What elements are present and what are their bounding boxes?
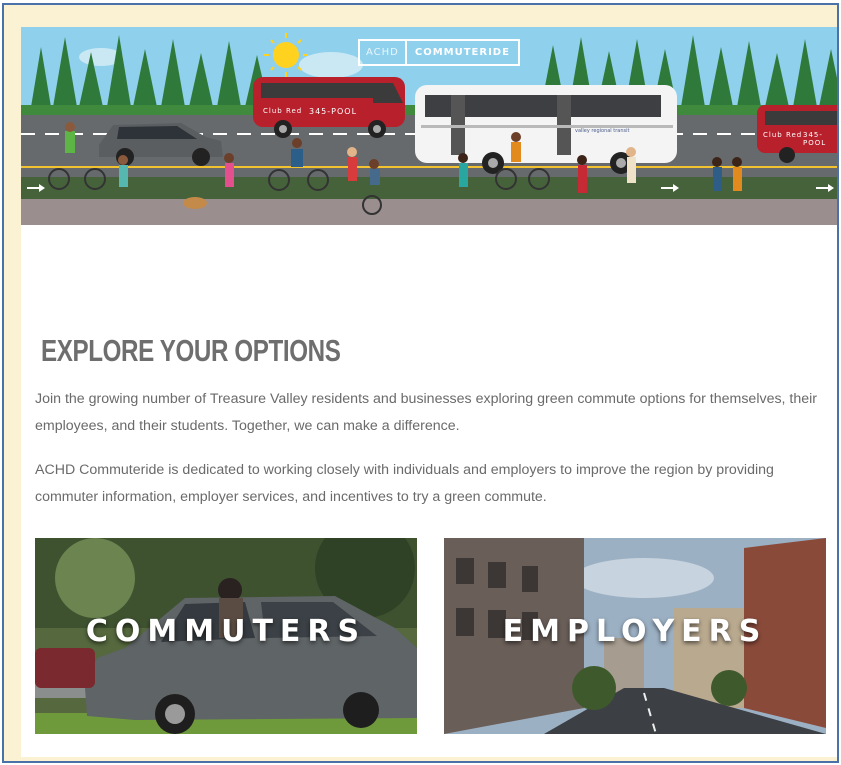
- employers-label: EMPLOYERS: [502, 614, 768, 649]
- logo-commuteride-text: COMMUTERIDE: [404, 41, 518, 64]
- bus-brand-text: valley regional transit: [575, 128, 630, 134]
- logo-achd-text: ACHD: [366, 47, 399, 58]
- intro-paragraph: Join the growing number of Treasure Vall…: [35, 391, 818, 434]
- commuters-tile[interactable]: COMMUTERS: [35, 538, 417, 734]
- content-card: ACHD COMMUTERIDE Club Red 345-POOL valle…: [21, 27, 837, 757]
- van-right-number-text: 345-POOL: [803, 131, 827, 147]
- van-right-brand-text: Club Red: [763, 131, 803, 139]
- commuteride-logo[interactable]: ACHD COMMUTERIDE: [358, 39, 520, 66]
- commuters-label: COMMUTERS: [85, 614, 367, 649]
- page-frame: ACHD COMMUTERIDE Club Red 345-POOL valle…: [2, 3, 839, 763]
- section-heading: EXPLORE YOUR OPTIONS: [41, 333, 341, 368]
- hero-banner: ACHD COMMUTERIDE Club Red 345-POOL valle…: [21, 27, 837, 225]
- description-paragraph: ACHD Commuteride is dedicated to working…: [35, 462, 774, 505]
- white-bus: [415, 85, 677, 174]
- employers-tile[interactable]: EMPLOYERS: [444, 538, 826, 734]
- van-brand-text: Club Red: [263, 107, 303, 115]
- van-number-text: 345-POOL: [309, 107, 358, 116]
